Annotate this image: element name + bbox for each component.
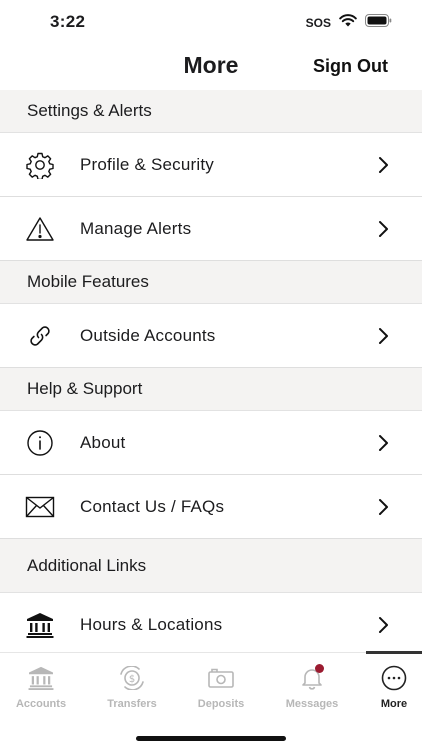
tab-more[interactable]: More [357, 663, 422, 710]
menu-item-label: Contact Us / FAQs [80, 496, 225, 516]
status-bar: 3:22 SOS [0, 0, 422, 46]
tab-transfers[interactable]: $ Transfers [95, 663, 169, 710]
sos-indicator: SOS [305, 16, 331, 30]
nav-bar: More Sign Out [0, 46, 422, 90]
menu-item-contact-faqs[interactable]: Contact Us / FAQs [0, 475, 422, 539]
status-time: 3:22 [50, 12, 86, 31]
envelope-icon [25, 492, 55, 522]
battery-icon [365, 14, 392, 32]
chevron-right-icon [376, 498, 390, 516]
section-header-mobile-features: Mobile Features [0, 261, 422, 304]
chevron-right-icon [376, 434, 390, 452]
tab-label: Accounts [15, 698, 67, 710]
wifi-icon [339, 14, 357, 32]
notification-badge [315, 664, 324, 673]
bell-icon [275, 663, 349, 693]
tab-label: Deposits [197, 698, 245, 710]
svg-text:$: $ [129, 674, 135, 685]
tab-label: Transfers [107, 698, 157, 710]
menu-item-manage-alerts[interactable]: Manage Alerts [0, 197, 422, 261]
section-header-settings-alerts: Settings & Alerts [0, 90, 422, 133]
active-tab-indicator [366, 651, 422, 654]
menu-item-label: Hours & Locations [80, 614, 223, 634]
menu-item-profile-security[interactable]: Profile & Security [0, 133, 422, 197]
tab-messages[interactable]: Messages [275, 663, 349, 710]
gear-icon [25, 150, 55, 180]
menu-item-outside-accounts[interactable]: Outside Accounts [0, 304, 422, 368]
home-indicator [136, 736, 286, 741]
menu-item-label: Outside Accounts [80, 325, 216, 345]
info-icon [25, 428, 55, 458]
bank-icon [25, 610, 55, 640]
more-menu-list: Settings & Alerts Profile & Security Man… [0, 90, 422, 657]
sign-out-button[interactable]: Sign Out [313, 56, 388, 77]
warning-icon [25, 214, 55, 244]
tab-deposits[interactable]: Deposits [184, 663, 258, 710]
menu-item-hours-locations[interactable]: Hours & Locations [0, 593, 422, 657]
chevron-right-icon [376, 220, 390, 238]
menu-item-about[interactable]: About [0, 411, 422, 475]
status-indicators: SOS [306, 14, 392, 32]
tab-label: More [380, 698, 408, 710]
menu-item-label: Manage Alerts [80, 218, 192, 238]
more-icon [357, 663, 422, 693]
section-header-additional-links: Additional Links [0, 539, 422, 593]
chevron-right-icon [376, 616, 390, 634]
bank-icon [4, 663, 78, 693]
tab-label: Messages [285, 698, 339, 710]
menu-item-label: Profile & Security [80, 154, 214, 174]
tab-accounts[interactable]: Accounts [4, 663, 78, 710]
menu-item-label: About [80, 432, 126, 452]
camera-icon [184, 663, 258, 693]
section-header-help-support: Help & Support [0, 368, 422, 411]
transfer-icon: $ [95, 663, 169, 693]
chevron-right-icon [376, 327, 390, 345]
chevron-right-icon [376, 156, 390, 174]
link-icon [25, 321, 55, 351]
